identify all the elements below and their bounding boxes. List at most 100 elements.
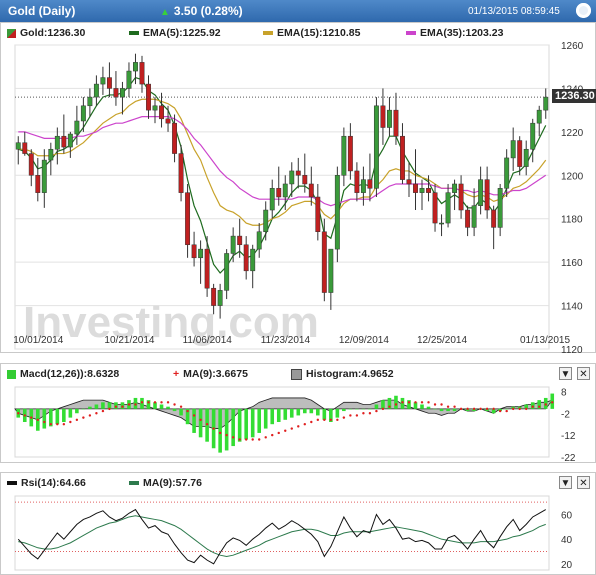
- signal-point: [192, 414, 196, 417]
- signal-point: [368, 412, 372, 415]
- signal-point: [101, 409, 105, 413]
- signal-point: [492, 407, 495, 411]
- candle: [54, 135, 60, 150]
- signal-point: [17, 412, 20, 415]
- candle: [523, 148, 529, 167]
- ema15-swatch: [263, 31, 273, 36]
- x-tick-label: 01/13/2015: [520, 335, 571, 346]
- rsi-chart[interactable]: 60 40 20: [1, 492, 595, 574]
- signal-point: [49, 422, 53, 426]
- x-tick-label: 12/25/2014: [417, 335, 468, 346]
- signal-point: [244, 438, 248, 441]
- candle: [491, 209, 497, 228]
- candle: [458, 183, 464, 211]
- signal-point: [355, 414, 359, 417]
- candle: [87, 96, 93, 107]
- instrument-title[interactable]: Gold (Daily): [8, 4, 75, 18]
- candle: [308, 183, 314, 198]
- signal-point: [62, 422, 66, 426]
- settings-icon[interactable]: [576, 3, 591, 18]
- candle: [419, 188, 425, 193]
- signal-point: [544, 403, 547, 406]
- macd-bar: [302, 408, 307, 414]
- signal-point: [381, 407, 385, 411]
- price-change-value: 3.50 (0.28%): [173, 4, 243, 18]
- candle: [315, 196, 321, 232]
- header-bar: Gold (Daily) ▲ 3.50 (0.28%) 01/13/2015 08…: [0, 0, 596, 23]
- up-arrow-icon: ▲: [160, 7, 170, 18]
- signal-point: [427, 401, 430, 404]
- macd-close-button[interactable]: ✕: [577, 367, 590, 380]
- macd-bar: [270, 408, 275, 425]
- macd-bar: [504, 408, 509, 410]
- candle-icon: [7, 28, 16, 38]
- signal-point: [36, 418, 39, 422]
- legend-histogram: Histogram:4.9652: [291, 368, 394, 380]
- candle: [250, 248, 256, 272]
- macd-bar: [452, 408, 457, 412]
- price-chart[interactable]: 11201140116011801200122012401260Investin…: [1, 42, 595, 353]
- macd-bar: [355, 408, 359, 410]
- signal-point: [231, 436, 235, 439]
- candle: [328, 248, 334, 293]
- signal-point: [362, 412, 365, 415]
- signal-point: [323, 418, 326, 422]
- rsi-collapse-button[interactable]: ▼: [559, 476, 572, 489]
- timestamp: 01/13/2015 08:59:45: [468, 6, 560, 17]
- rsi-ma-swatch: [129, 481, 139, 486]
- legend-macd-ma: + MA(9):3.6675: [173, 368, 248, 380]
- signal-point: [160, 401, 163, 404]
- candle: [413, 183, 418, 193]
- signal-point: [459, 407, 463, 411]
- y-tick-label: 1180: [561, 215, 583, 226]
- y-tick-label: 1220: [561, 128, 584, 139]
- legend-rsi: Rsi(14):64.66: [7, 477, 86, 489]
- candle: [497, 188, 503, 228]
- signal-point: [153, 401, 157, 404]
- candle: [100, 77, 106, 85]
- signal-point: [121, 405, 124, 408]
- signal-point: [329, 418, 333, 422]
- macd-chart[interactable]: 8 -2 -12 -22: [1, 383, 595, 462]
- macd-bar: [198, 408, 203, 438]
- candle: [510, 140, 516, 159]
- candle: [165, 118, 171, 124]
- signal-point: [505, 409, 508, 413]
- macd-bar: [368, 408, 372, 410]
- macd-bar: [75, 408, 79, 414]
- candle: [224, 253, 230, 291]
- macd-collapse-button[interactable]: ▼: [559, 367, 572, 380]
- signal-point: [108, 407, 111, 411]
- signal-point: [420, 401, 424, 404]
- candle: [152, 105, 158, 111]
- candle: [471, 205, 477, 228]
- macd-bar: [62, 408, 66, 422]
- signal-point: [205, 422, 209, 426]
- signal-point: [316, 418, 320, 422]
- macd-bar: [426, 406, 431, 409]
- macd-bar: [250, 408, 255, 438]
- signal-point: [179, 405, 183, 408]
- macd-bar: [446, 408, 450, 412]
- candle: [48, 148, 54, 161]
- candle: [426, 188, 431, 193]
- candle: [133, 62, 138, 72]
- candle: [93, 83, 99, 98]
- candle: [360, 179, 366, 193]
- signal-point: [407, 401, 411, 404]
- signal-point: [134, 403, 137, 406]
- rsi-close-button[interactable]: ✕: [577, 476, 590, 489]
- candle: [106, 77, 112, 89]
- signal-point: [166, 401, 170, 404]
- macd-bar: [361, 408, 366, 410]
- macd-bar: [283, 408, 288, 420]
- candle: [530, 122, 536, 150]
- macd-bar: [257, 408, 262, 433]
- rsi-y-tick: 60: [561, 511, 573, 522]
- candle: [400, 135, 405, 180]
- price-panel: Gold:1236.30 EMA(5):1225.92 EMA(15):1210…: [0, 22, 596, 353]
- macd-bar: [159, 404, 164, 409]
- candle: [61, 135, 67, 148]
- candle: [67, 133, 73, 148]
- candle: [120, 88, 125, 98]
